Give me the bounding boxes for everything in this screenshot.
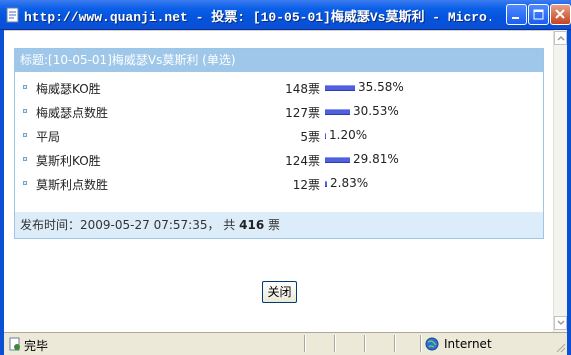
bullet-icon [23,85,27,89]
page-content: 标题:[10-05-01]梅威瑟Vs莫斯利 (单选) 梅威瑟KO胜 148票 3… [4,30,554,332]
resize-grip-icon[interactable] [554,341,566,353]
minimize-button[interactable] [506,4,527,25]
option-percent: 30.53% [353,104,399,118]
bullet-icon [23,133,27,137]
status-bar: 完毕 Internet [4,332,567,355]
window-frame-right [567,30,571,355]
poll-panel: 标题:[10-05-01]梅威瑟Vs莫斯利 (单选) 梅威瑟KO胜 148票 3… [14,48,544,239]
option-label: 梅威瑟KO胜 [36,82,101,96]
option-percent: 2.83% [330,176,369,190]
status-text: 完毕 [24,339,49,353]
maximize-button[interactable] [528,4,549,25]
maximize-icon [533,9,544,20]
total-suffix: 票 [268,218,281,232]
window-title: http://www.quanji.net - 投票: [10-05-01]梅威… [24,10,491,25]
total-prefix: ， 共 [207,218,236,232]
option-label: 平局 [36,130,61,144]
close-window-button[interactable] [550,4,571,25]
option-percent: 35.58% [358,80,404,94]
chevron-up-icon [557,35,565,41]
chevron-down-icon [557,320,565,326]
option-label: 梅威瑟点数胜 [36,106,109,120]
poll-option: 梅威瑟KO胜 148票 35.58% [15,76,543,100]
published-time: 2009-05-27 07:57:35 [80,218,208,232]
poll-option: 平局 5票 1.20% [15,124,543,148]
status-divider [420,335,422,352]
status-divider [364,335,366,352]
status-divider [334,335,336,352]
internet-globe-icon [425,337,439,351]
ie-page-icon [6,7,19,23]
poll-option: 莫斯利KO胜 124票 29.81% [15,148,543,172]
option-votes: 148票 [285,82,320,96]
minimize-icon [512,17,519,19]
page-done-icon [9,337,20,351]
option-votes: 12票 [292,178,320,192]
option-percent: 1.20% [329,128,368,142]
poll-option: 莫斯利点数胜 12票 2.83% [15,172,543,196]
option-votes: 5票 [300,130,320,144]
poll-option: 梅威瑟点数胜 127票 30.53% [15,100,543,124]
option-bar [325,85,355,91]
status-divider [304,335,306,352]
option-bar [325,157,350,163]
vertical-scrollbar[interactable] [553,30,567,332]
close-button[interactable]: 关闭 [262,281,297,303]
total-votes: 416 [239,218,265,232]
published-label: 发布时间： [20,218,81,232]
scroll-down-button[interactable] [554,316,567,330]
scroll-up-button[interactable] [554,31,567,45]
security-zone: Internet [444,337,492,351]
option-label: 莫斯利KO胜 [36,154,101,168]
bullet-icon [23,157,27,161]
title-bar[interactable]: http://www.quanji.net - 投票: [10-05-01]梅威… [0,0,571,30]
status-divider [394,335,396,352]
close-icon [555,9,565,19]
option-percent: 29.81% [353,152,399,166]
poll-footer: 发布时间：2009-05-27 07:57:35， 共 416 票 [15,212,543,238]
poll-title: 标题:[10-05-01]梅威瑟Vs莫斯利 (单选) [15,49,543,72]
bullet-icon [23,109,27,113]
bullet-icon [23,181,27,185]
option-bar [325,133,326,139]
option-label: 莫斯利点数胜 [36,178,109,192]
option-votes: 124票 [285,154,320,168]
option-votes: 127票 [285,106,320,120]
option-bar [325,109,350,115]
option-bar [325,181,327,187]
